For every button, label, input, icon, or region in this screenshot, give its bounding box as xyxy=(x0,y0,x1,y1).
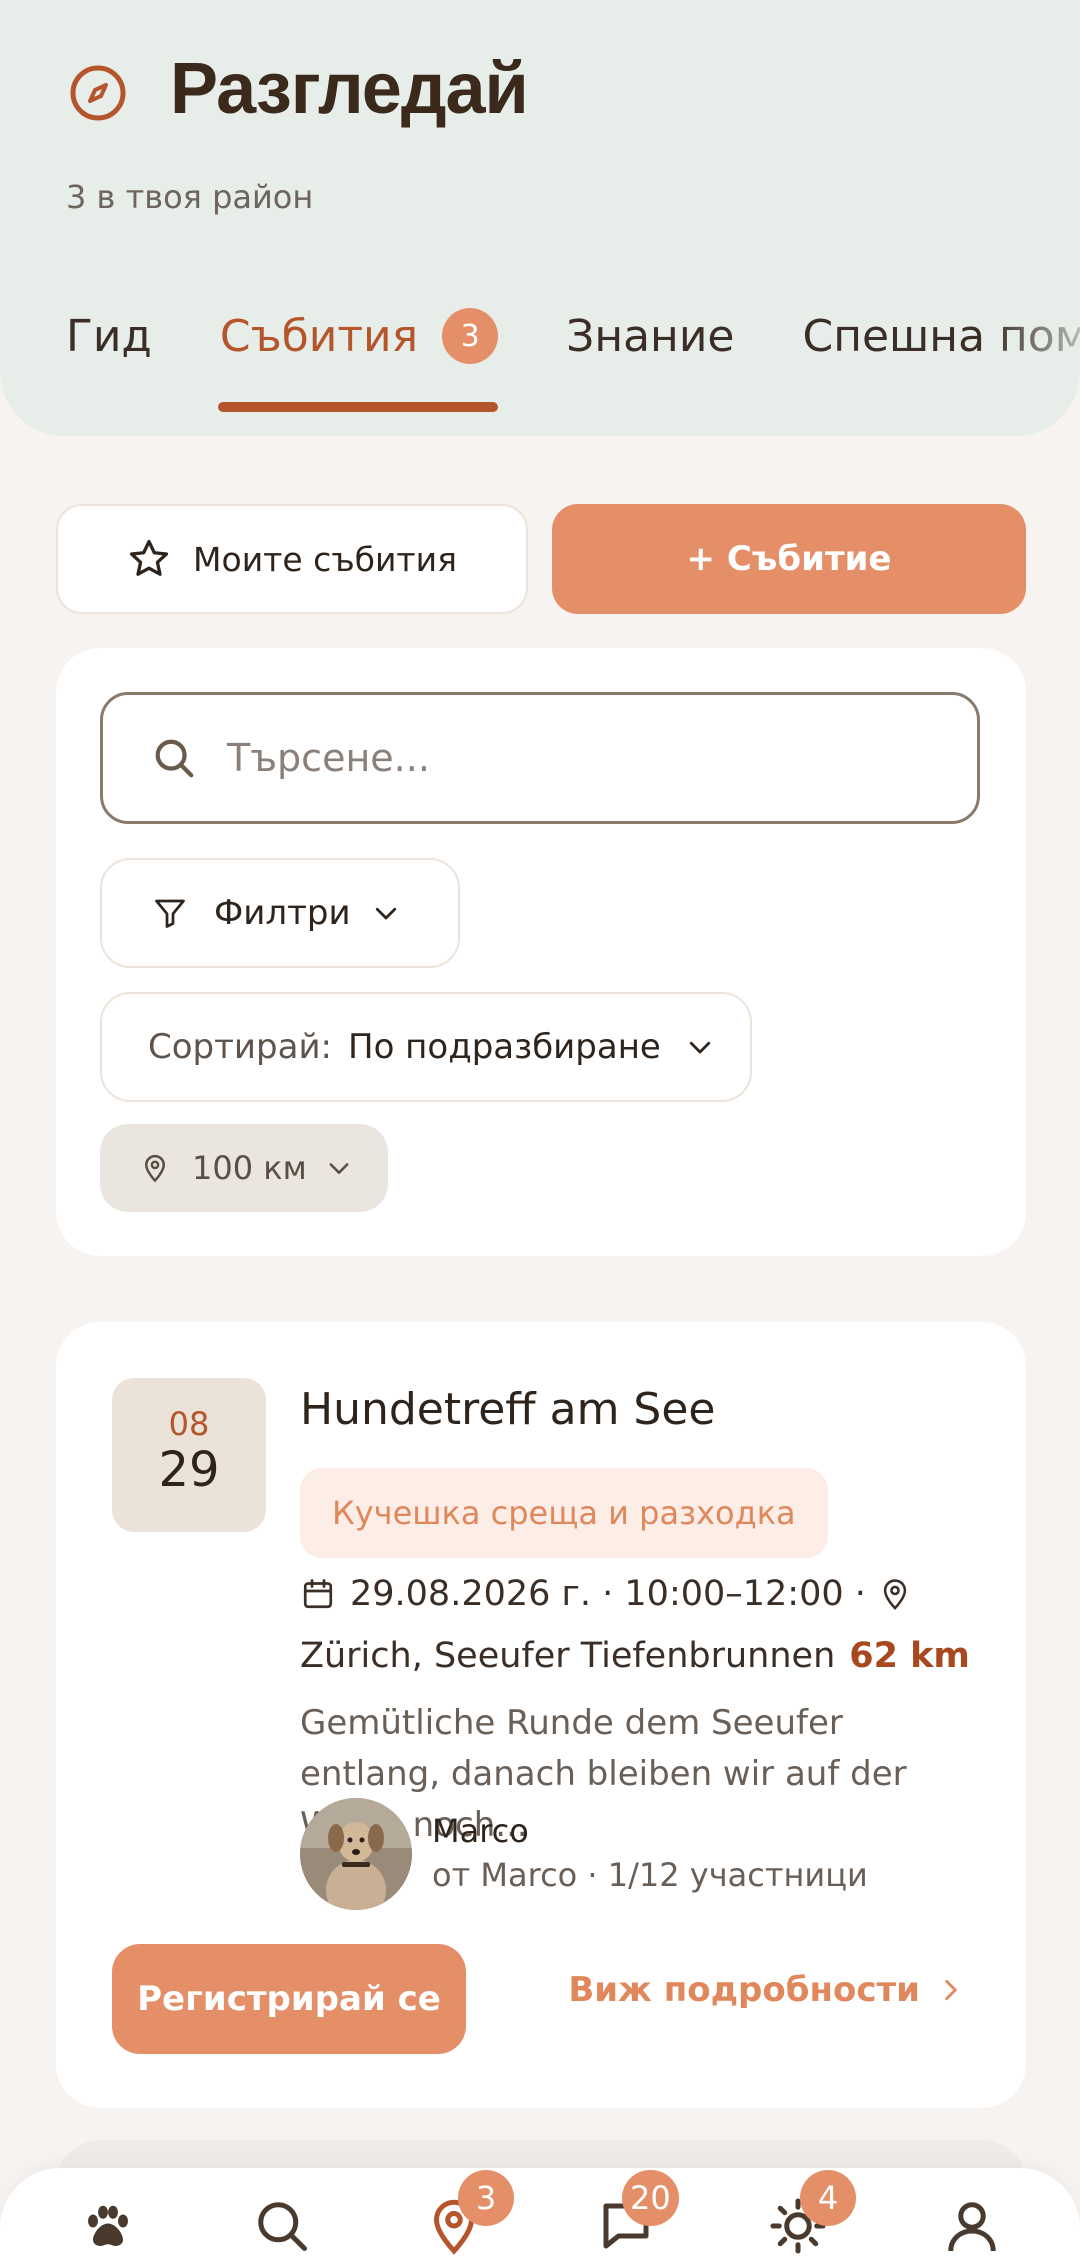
organizer-meta: от Marco · 1/12 участници xyxy=(432,1856,868,1894)
register-button[interactable]: Регистрирай се xyxy=(112,1944,466,2054)
event-day: 29 xyxy=(158,1442,220,1498)
my-events-button[interactable]: Моите събития xyxy=(56,504,528,614)
tab-label: Спешна помо xyxy=(802,310,1080,362)
register-label: Регистрирай се xyxy=(137,1979,441,2019)
tab-emergency[interactable]: Спешна помо xyxy=(802,311,1080,362)
filters-label: Филтри xyxy=(214,893,351,933)
nav-badge: 4 xyxy=(800,2170,856,2226)
event-card[interactable]: 08 29 Hundetreff am See Кучешка среща и … xyxy=(56,1322,1026,2108)
event-location: Zürich, Seeufer Tiefenbrunnen xyxy=(300,1636,836,1676)
nav-messages[interactable]: 20 xyxy=(596,2170,679,2256)
details-label: Виж подробности xyxy=(568,1970,920,2010)
search-placeholder: Търсене... xyxy=(227,736,430,780)
tab-events[interactable]: Събития 3 xyxy=(217,308,499,412)
tab-label: Гид xyxy=(66,310,152,362)
tab-label: Събития xyxy=(219,310,419,362)
tab-knowledge[interactable]: Знание xyxy=(566,311,734,362)
nav-badge: 3 xyxy=(458,2170,514,2226)
add-event-label: + Събитие xyxy=(686,539,892,579)
active-tab-indicator xyxy=(217,402,499,412)
sort-label: Сортирай: xyxy=(148,1027,332,1067)
nav-activity[interactable]: 4 xyxy=(768,2170,856,2256)
filters-dropdown[interactable]: Филтри xyxy=(100,858,460,968)
sort-value: По подразбиране xyxy=(348,1027,661,1067)
tab-label: Знание xyxy=(566,310,735,362)
event-month: 08 xyxy=(168,1405,210,1443)
distance-dropdown[interactable]: 100 км xyxy=(100,1124,388,1212)
calendar-icon xyxy=(303,1579,333,1609)
page-title: Разгледай xyxy=(170,49,529,129)
event-category-tag: Кучешка среща и разходка xyxy=(300,1468,828,1558)
nav-search[interactable] xyxy=(252,2196,312,2256)
tab-guide[interactable]: Гид xyxy=(66,311,152,362)
star-icon xyxy=(129,539,169,576)
search-icon xyxy=(155,739,194,778)
add-event-button[interactable]: + Събитие xyxy=(552,504,1026,614)
view-details-link[interactable]: Виж подробности xyxy=(568,1970,964,2010)
tab-count-badge: 3 xyxy=(442,308,499,364)
sort-dropdown[interactable]: Сортирай: По подразбиране xyxy=(100,992,752,1102)
event-datetime: 29.08.2026 г. · 10:00–12:00 · xyxy=(350,1574,866,1614)
search-input[interactable]: Търсене... xyxy=(100,692,980,824)
user-icon xyxy=(948,2202,996,2252)
page-subtitle: 3 в твоя район xyxy=(66,178,314,216)
search-icon xyxy=(258,2202,307,2251)
chevron-down-icon xyxy=(689,1041,710,1054)
page-header: Разгледай 3 в твоя район Гид Събития 3 З… xyxy=(0,0,1080,436)
dog-photo xyxy=(300,1798,412,1910)
my-events-label: Моите събития xyxy=(193,539,457,579)
distance-value: 100 км xyxy=(192,1149,307,1187)
map-pin-icon xyxy=(883,1579,907,1610)
nav-home[interactable] xyxy=(78,2196,138,2256)
tab-bar: Гид Събития 3 Знание Спешна помо xyxy=(66,308,1080,412)
filter-card: Търсене... Филтри Сортирай: По подразбир… xyxy=(56,648,1026,1256)
nav-profile[interactable] xyxy=(942,2196,1002,2256)
bottom-nav: 3 20 4 xyxy=(0,2168,1080,2268)
chevron-down-icon xyxy=(375,907,396,920)
organizer-name: Marco xyxy=(432,1812,529,1850)
nav-badge: 20 xyxy=(622,2170,679,2226)
event-date-badge: 08 29 xyxy=(112,1378,266,1532)
compass-icon xyxy=(70,65,126,121)
action-buttons: Моите събития + Събитие xyxy=(56,504,1026,614)
event-location-row: Zürich, Seeufer Tiefenbrunnen 62 km xyxy=(300,1636,970,1676)
title-row: Разгледай xyxy=(68,48,529,130)
event-distance: 62 km xyxy=(849,1636,970,1676)
organizer-avatar xyxy=(300,1798,412,1910)
map-pin-icon xyxy=(144,1154,166,1183)
nav-explore[interactable]: 3 xyxy=(424,2170,514,2256)
paw-icon xyxy=(88,2205,128,2246)
filter-icon xyxy=(155,899,185,928)
chevron-down-icon xyxy=(329,1163,349,1174)
event-datetime-row: 29.08.2026 г. · 10:00–12:00 · xyxy=(300,1574,912,1614)
chevron-right-icon xyxy=(945,1979,957,2001)
event-title: Hundetreff am See xyxy=(300,1384,716,1435)
